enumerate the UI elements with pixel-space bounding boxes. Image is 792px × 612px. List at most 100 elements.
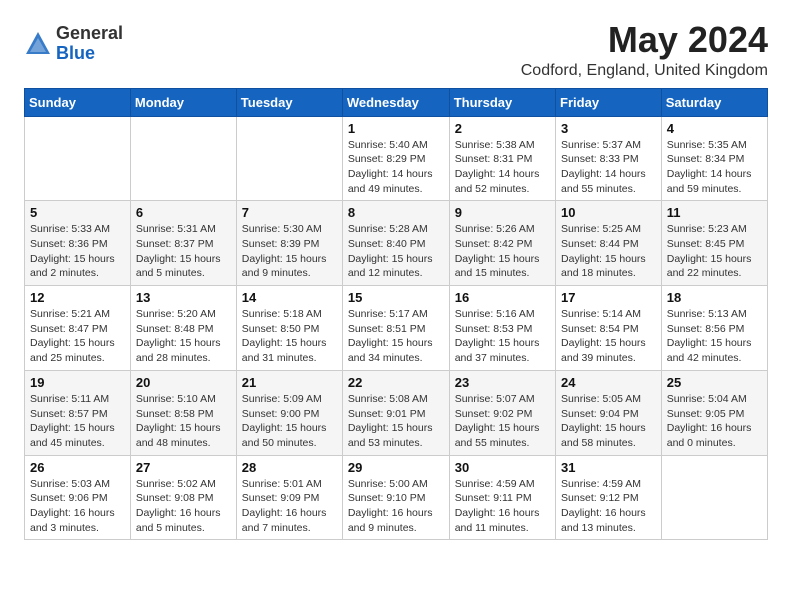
calendar-cell: 17Sunrise: 5:14 AMSunset: 8:54 PMDayligh… [556,286,662,371]
day-number: 10 [561,205,656,220]
day-info: Sunrise: 5:02 AMSunset: 9:08 PMDaylight:… [136,477,231,536]
day-number: 25 [667,375,762,390]
day-info: Sunrise: 5:40 AMSunset: 8:29 PMDaylight:… [348,138,444,197]
calendar-cell: 29 Sunrise: 5:00 AMSunset: 9:10 PMDayligh… [342,455,449,540]
calendar-cell: 23 Sunrise: 5:07 AMSunset: 9:02 PMDayligh… [449,370,555,455]
day-info: Sunrise: 5:03 AMSunset: 9:06 PMDaylight:… [30,477,125,536]
logo-blue: Blue [56,44,123,64]
day-number: 29 [348,460,444,475]
column-header-wednesday: Wednesday [342,88,449,116]
day-number: 8 [348,205,444,220]
column-header-monday: Monday [130,88,236,116]
month-title: May 2024 [521,20,768,60]
day-info: Sunrise: 5:13 AMSunset: 8:56 PMDaylight:… [667,307,762,366]
day-info: Sunrise: 5:17 AMSunset: 8:51 PMDaylight:… [348,307,444,366]
calendar-cell: 25 Sunrise: 5:04 AMSunset: 9:05 PMDayligh… [661,370,767,455]
day-info: Sunrise: 5:00 AMSunset: 9:10 PMDaylight:… [348,477,444,536]
calendar-cell: 1 Sunrise: 5:40 AMSunset: 8:29 PMDaylight… [342,116,449,201]
day-info: Sunrise: 5:33 AMSunset: 8:36 PMDaylight:… [30,222,125,281]
day-number: 9 [455,205,550,220]
day-info: Sunrise: 5:30 AMSunset: 8:39 PMDaylight:… [242,222,337,281]
day-number: 11 [667,205,762,220]
day-info: Sunrise: 5:09 AMSunset: 9:00 PMDaylight:… [242,392,337,451]
calendar-cell: 8 Sunrise: 5:28 AMSunset: 8:40 PMDaylight… [342,201,449,286]
day-number: 16 [455,290,550,305]
day-number: 7 [242,205,337,220]
day-info: Sunrise: 5:18 AMSunset: 8:50 PMDaylight:… [242,307,337,366]
calendar-cell: 18 Sunrise: 5:13 AMSunset: 8:56 PMDayligh… [661,286,767,371]
calendar-cell: 4Sunrise: 5:35 AMSunset: 8:34 PMDaylight… [661,116,767,201]
day-number: 17 [561,290,656,305]
calendar-cell [661,455,767,540]
day-info: Sunrise: 5:31 AMSunset: 8:37 PMDaylight:… [136,222,231,281]
calendar-cell: 9 Sunrise: 5:26 AMSunset: 8:42 PMDaylight… [449,201,555,286]
day-info: Sunrise: 5:07 AMSunset: 9:02 PMDaylight:… [455,392,550,451]
day-number: 20 [136,375,231,390]
day-info: Sunrise: 5:25 AMSunset: 8:44 PMDaylight:… [561,222,656,281]
page-header: General Blue May 2024 Codford, England, … [24,20,768,80]
logo: General Blue [24,24,123,64]
day-info: Sunrise: 5:26 AMSunset: 8:42 PMDaylight:… [455,222,550,281]
calendar-cell: 16 Sunrise: 5:16 AMSunset: 8:53 PMDayligh… [449,286,555,371]
calendar-cell: 3 Sunrise: 5:37 AMSunset: 8:33 PMDaylight… [556,116,662,201]
day-number: 6 [136,205,231,220]
location: Codford, England, United Kingdom [521,62,768,80]
day-number: 15 [348,290,444,305]
calendar-cell: 24 Sunrise: 5:05 AMSunset: 9:04 PMDayligh… [556,370,662,455]
column-header-thursday: Thursday [449,88,555,116]
day-number: 19 [30,375,125,390]
day-info: Sunrise: 5:04 AMSunset: 9:05 PMDaylight:… [667,392,762,451]
day-info: Sunrise: 5:10 AMSunset: 8:58 PMDaylight:… [136,392,231,451]
calendar-cell: 30Sunrise: 4:59 AMSunset: 9:11 PMDayligh… [449,455,555,540]
calendar-cell: 10 Sunrise: 5:25 AMSunset: 8:44 PMDayligh… [556,201,662,286]
calendar-header: SundayMondayTuesdayWednesdayThursdayFrid… [25,88,768,116]
logo-icon [24,30,52,58]
day-info: Sunrise: 5:05 AMSunset: 9:04 PMDaylight:… [561,392,656,451]
day-number: 21 [242,375,337,390]
day-number: 1 [348,121,444,136]
column-header-tuesday: Tuesday [236,88,342,116]
day-info: Sunrise: 5:35 AMSunset: 8:34 PMDaylight:… [667,138,762,197]
calendar-cell: 13 Sunrise: 5:20 AMSunset: 8:48 PMDayligh… [130,286,236,371]
calendar-cell: 2Sunrise: 5:38 AMSunset: 8:31 PMDaylight… [449,116,555,201]
day-number: 26 [30,460,125,475]
day-info: Sunrise: 5:38 AMSunset: 8:31 PMDaylight:… [455,138,550,197]
day-number: 24 [561,375,656,390]
day-info: Sunrise: 5:08 AMSunset: 9:01 PMDaylight:… [348,392,444,451]
day-info: Sunrise: 5:37 AMSunset: 8:33 PMDaylight:… [561,138,656,197]
day-info: Sunrise: 5:20 AMSunset: 8:48 PMDaylight:… [136,307,231,366]
calendar-cell [236,116,342,201]
column-header-friday: Friday [556,88,662,116]
calendar-cell: 28 Sunrise: 5:01 AMSunset: 9:09 PMDayligh… [236,455,342,540]
day-info: Sunrise: 5:11 AMSunset: 8:57 PMDaylight:… [30,392,125,451]
calendar-cell: 21 Sunrise: 5:09 AMSunset: 9:00 PMDayligh… [236,370,342,455]
day-number: 31 [561,460,656,475]
day-info: Sunrise: 5:01 AMSunset: 9:09 PMDaylight:… [242,477,337,536]
day-info: Sunrise: 5:16 AMSunset: 8:53 PMDaylight:… [455,307,550,366]
day-number: 14 [242,290,337,305]
calendar-cell: 12Sunrise: 5:21 AMSunset: 8:47 PMDayligh… [25,286,131,371]
day-number: 3 [561,121,656,136]
day-number: 22 [348,375,444,390]
day-number: 18 [667,290,762,305]
column-header-saturday: Saturday [661,88,767,116]
calendar-cell: 7 Sunrise: 5:30 AMSunset: 8:39 PMDaylight… [236,201,342,286]
title-block: May 2024 Codford, England, United Kingdo… [521,20,768,80]
calendar-cell: 11 Sunrise: 5:23 AMSunset: 8:45 PMDayligh… [661,201,767,286]
calendar-cell: 26 Sunrise: 5:03 AMSunset: 9:06 PMDayligh… [25,455,131,540]
calendar-cell: 6 Sunrise: 5:31 AMSunset: 8:37 PMDaylight… [130,201,236,286]
day-info: Sunrise: 5:21 AMSunset: 8:47 PMDaylight:… [30,307,125,366]
calendar-cell: 5Sunrise: 5:33 AMSunset: 8:36 PMDaylight… [25,201,131,286]
calendar-cell: 19 Sunrise: 5:11 AMSunset: 8:57 PMDayligh… [25,370,131,455]
calendar-cell: 31 Sunrise: 4:59 AMSunset: 9:12 PMDayligh… [556,455,662,540]
day-number: 28 [242,460,337,475]
day-info: Sunrise: 4:59 AMSunset: 9:12 PMDaylight:… [561,477,656,536]
day-number: 13 [136,290,231,305]
calendar-cell: 27Sunrise: 5:02 AMSunset: 9:08 PMDayligh… [130,455,236,540]
calendar-cell: 22 Sunrise: 5:08 AMSunset: 9:01 PMDayligh… [342,370,449,455]
calendar-table: SundayMondayTuesdayWednesdayThursdayFrid… [24,88,768,541]
day-info: Sunrise: 5:23 AMSunset: 8:45 PMDaylight:… [667,222,762,281]
day-info: Sunrise: 5:28 AMSunset: 8:40 PMDaylight:… [348,222,444,281]
calendar-cell [130,116,236,201]
day-number: 23 [455,375,550,390]
